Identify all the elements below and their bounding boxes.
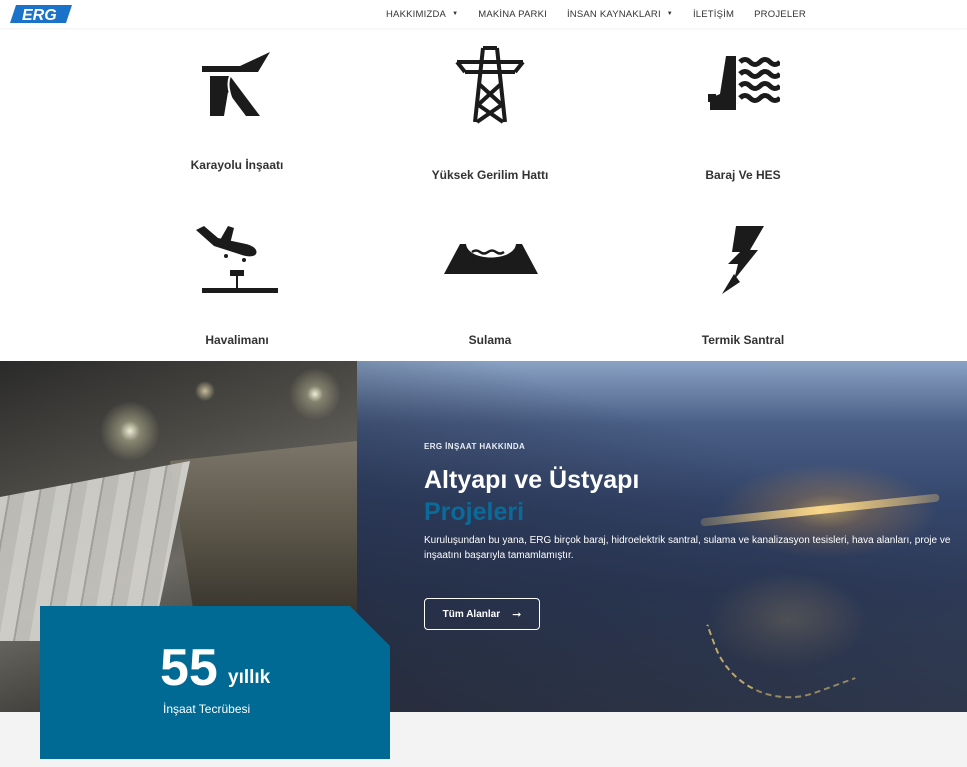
power-tower-icon[interactable] bbox=[455, 44, 525, 126]
service-label-sulama[interactable]: Sulama bbox=[400, 333, 580, 347]
menu-item-iletisim[interactable]: İLETİŞİM bbox=[693, 9, 734, 20]
menu-label: İNSAN KAYNAKLARI bbox=[566, 8, 661, 20]
main-menu: HAKKIMIZDA ▼ MAKİNA PARKI İNSAN KAYNAKLA… bbox=[386, 0, 826, 28]
menu-label: HAKKIMIZDA bbox=[386, 8, 447, 20]
menu-label: İLETİŞİM bbox=[692, 8, 735, 20]
highway-icon[interactable] bbox=[200, 52, 272, 118]
experience-label: İnşaat Tecrübesi bbox=[163, 702, 251, 716]
service-label-baraj-hes[interactable]: Baraj Ve HES bbox=[653, 168, 833, 182]
experience-number: 55 bbox=[160, 639, 218, 697]
top-navbar: ERG HAKKIMIZDA ▼ MAKİNA PARKI İNSAN KAYN… bbox=[0, 0, 967, 28]
erg-logo[interactable]: ERG bbox=[10, 3, 72, 25]
menu-item-makina-parki[interactable]: MAKİNA PARKI bbox=[478, 9, 547, 20]
logo-text: ERG bbox=[22, 7, 57, 24]
menu-label: MAKİNA PARKI bbox=[478, 8, 547, 20]
airplane-landing-icon[interactable] bbox=[194, 224, 280, 296]
menu-item-projeler[interactable]: PROJELER bbox=[754, 9, 806, 20]
lightning-icon[interactable] bbox=[720, 224, 766, 296]
service-label-termik-santral[interactable]: Termik Santral bbox=[653, 333, 833, 347]
menu-item-hakkimizda[interactable]: HAKKIMIZDA ▼ bbox=[386, 9, 458, 20]
service-label-yuksek-gerilim[interactable]: Yüksek Gerilim Hattı bbox=[400, 168, 580, 182]
hero-title-accent: Projeleri bbox=[424, 498, 525, 526]
irrigation-icon[interactable] bbox=[444, 242, 538, 276]
hero-kicker: ERG İNŞAAT HAKKINDA bbox=[424, 442, 526, 451]
hero-description: Kuruluşundan bu yana, ERG birçok baraj, … bbox=[424, 535, 951, 561]
dam-icon[interactable] bbox=[706, 54, 780, 112]
hero-title: Altyapı ve Üstyapı bbox=[424, 466, 640, 494]
service-label-havalimani[interactable]: Havalimanı bbox=[147, 333, 327, 347]
arrow-right-icon: ➞ bbox=[512, 608, 522, 621]
caret-down-icon: ▼ bbox=[666, 11, 673, 17]
button-label: Tüm Alanlar bbox=[442, 608, 501, 620]
menu-label: PROJELER bbox=[754, 8, 806, 20]
service-label-karayolu[interactable]: Karayolu İnşaatı bbox=[147, 158, 327, 172]
experience-unit: yıllık bbox=[228, 667, 271, 688]
all-areas-button[interactable]: Tüm Alanlar ➞ bbox=[424, 598, 540, 630]
menu-item-insan-kaynaklari[interactable]: İNSAN KAYNAKLARI ▼ bbox=[567, 9, 673, 20]
caret-down-icon: ▼ bbox=[452, 11, 459, 17]
